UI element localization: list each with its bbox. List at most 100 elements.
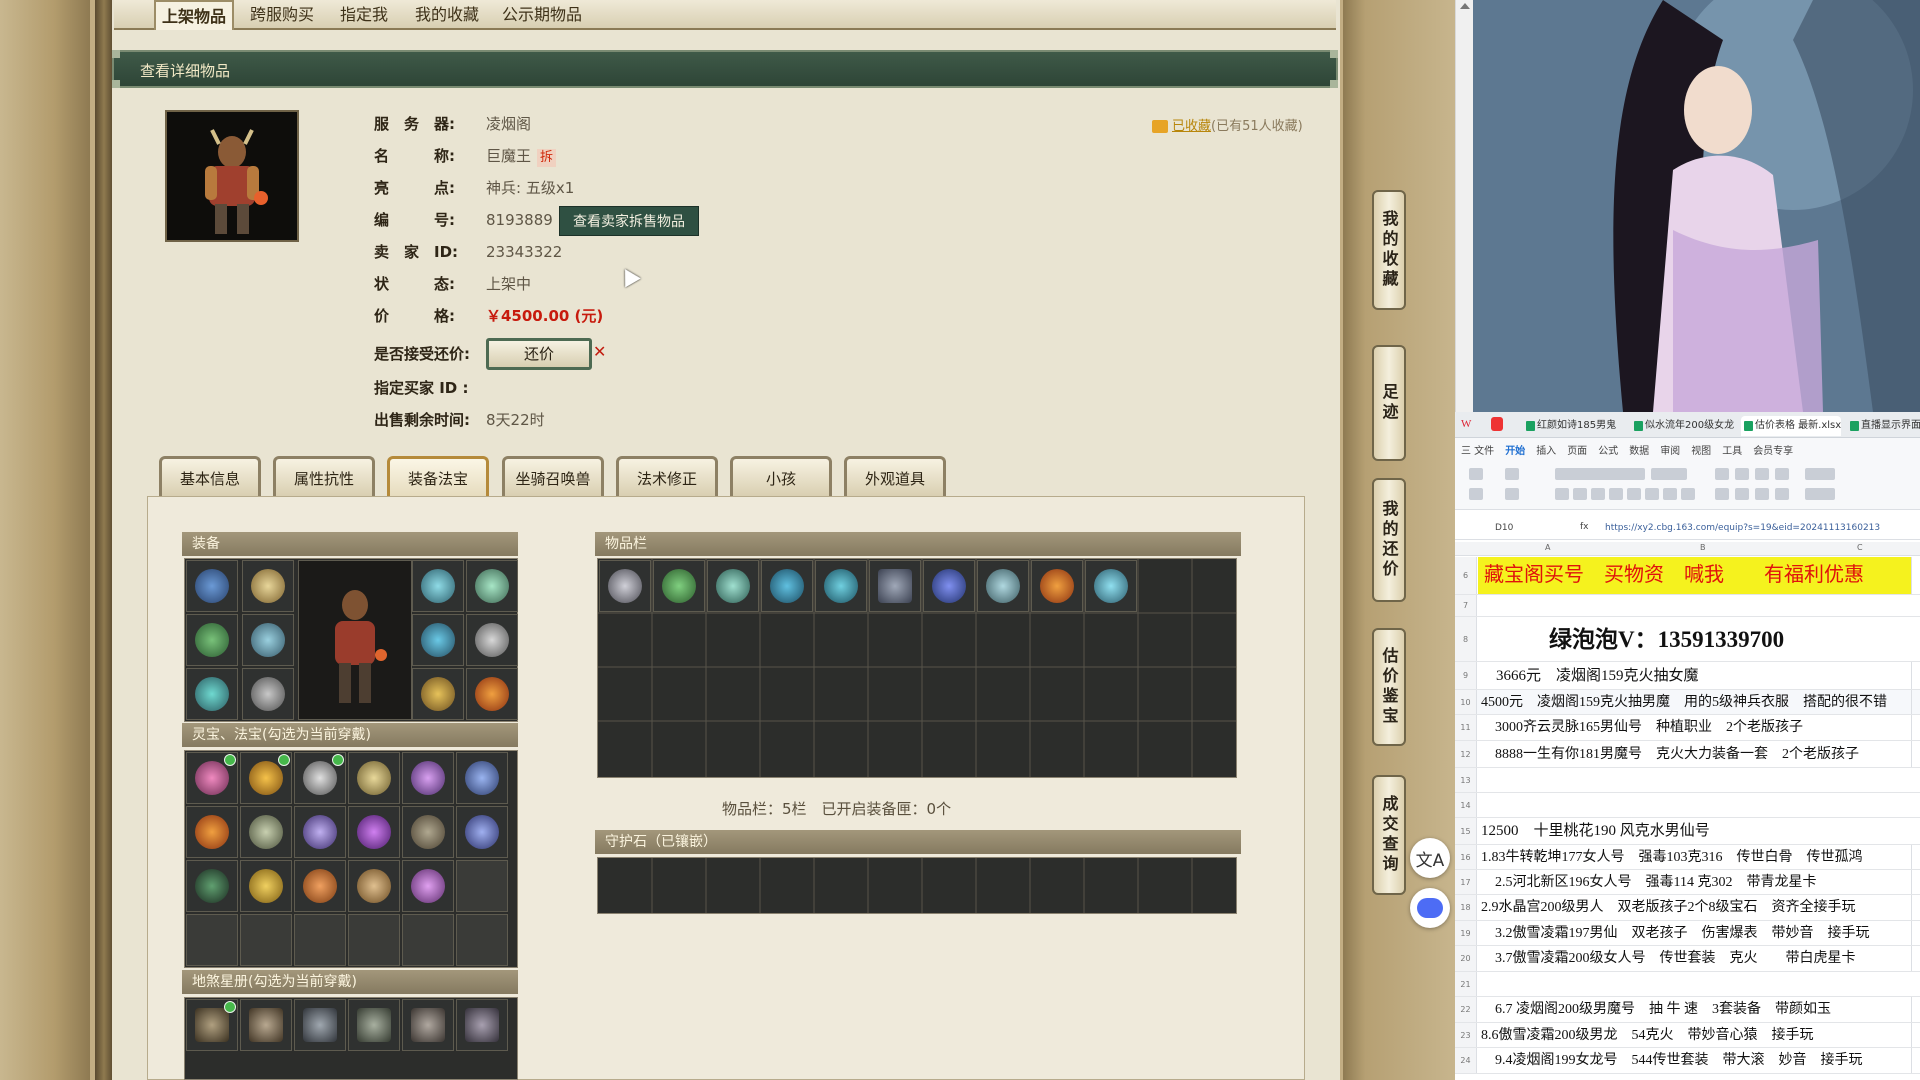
- sheet-row[interactable]: 15 12500 十里桃花190 风克水男仙号: [1455, 818, 1920, 845]
- treasure-slot[interactable]: [240, 806, 292, 858]
- sheet-row[interactable]: 13: [1455, 768, 1920, 793]
- inventory-slot[interactable]: [977, 560, 1029, 612]
- sheet-row[interactable]: 17 2.5河北新区196女人号 强毒114 克302 带青龙星卡: [1455, 870, 1920, 895]
- sheet-row[interactable]: 23 8.6傲雪凌霜200级男龙 54克火 带妙音心猿 接手玩: [1455, 1023, 1920, 1048]
- sheet-row[interactable]: 18 2.9水晶宫200级男人 双老版孩子2个8级宝石 资齐全接手玩: [1455, 895, 1920, 921]
- treasure-slot[interactable]: [402, 806, 454, 858]
- chat-bot-icon[interactable]: [1410, 888, 1450, 928]
- star-card-slot[interactable]: [294, 999, 346, 1051]
- treasure-slot[interactable]: [186, 806, 238, 858]
- menu-page[interactable]: 页面: [1567, 442, 1587, 457]
- tab-basic-info[interactable]: 基本信息: [159, 456, 261, 496]
- star-card-slot[interactable]: [456, 999, 508, 1051]
- menu-insert[interactable]: 插入: [1536, 442, 1556, 457]
- sheet-row-selected[interactable]: 10 4500元 凌烟阁159克火抽男魔 用的5级神兵衣服 搭配的很不错: [1455, 690, 1920, 715]
- tab-listed-items[interactable]: 上架物品: [154, 0, 234, 30]
- treasure-slot[interactable]: [240, 860, 292, 912]
- sheet-row[interactable]: 6 藏宝阁买号 买物资 喊我 有福利优惠: [1455, 557, 1920, 595]
- tab-attributes[interactable]: 属性抗性: [273, 456, 375, 496]
- menu-review[interactable]: 审阅: [1660, 442, 1680, 457]
- tab-children[interactable]: 小孩: [730, 456, 832, 496]
- sheet-row[interactable]: 16 1.83牛转乾坤177女人号 强毒103克316 传世白骨 传世孤鸿: [1455, 845, 1920, 870]
- sheet-tab-active[interactable]: 估价表格 最新.xlsx: [1741, 416, 1841, 436]
- menu-home[interactable]: 开始: [1505, 442, 1525, 457]
- treasure-slot-empty[interactable]: [294, 914, 346, 966]
- formula-value[interactable]: https://xy2.cbg.163.com/equip?s=19&eid=2…: [1605, 523, 1880, 533]
- favorite-indicator[interactable]: 已收藏(已有51人收藏): [1152, 115, 1303, 134]
- treasure-slot[interactable]: [294, 860, 346, 912]
- treasure-slot-empty[interactable]: [186, 914, 238, 966]
- treasure-slot[interactable]: [186, 860, 238, 912]
- treasure-slot[interactable]: [240, 752, 292, 804]
- treasure-slot-empty[interactable]: [456, 860, 508, 912]
- treasure-slot-empty[interactable]: [402, 914, 454, 966]
- inventory-slot[interactable]: [653, 560, 705, 612]
- inventory-slot[interactable]: [1085, 560, 1137, 612]
- treasure-slot[interactable]: [186, 752, 238, 804]
- side-my-offers-button[interactable]: 我的还价: [1372, 478, 1406, 602]
- sheet-row[interactable]: 12 8888一生有你181男魔号 克火大力装备一套 2个老版孩子: [1455, 741, 1920, 768]
- equipment-slot[interactable]: [466, 668, 518, 720]
- inventory-slot[interactable]: [923, 560, 975, 612]
- treasure-slot[interactable]: [348, 860, 400, 912]
- side-appraisal-button[interactable]: 估价鉴宝: [1372, 628, 1406, 746]
- star-card-slot[interactable]: [348, 999, 400, 1051]
- sheet-row[interactable]: 20 3.7傲雪凌霜200级女人号 传世套装 克火 带白虎星卡: [1455, 946, 1920, 972]
- treasure-slot[interactable]: [348, 806, 400, 858]
- cell-reference[interactable]: D10: [1495, 523, 1513, 533]
- menu-file[interactable]: 三 文件: [1461, 442, 1494, 457]
- view-seller-items-button[interactable]: 查看卖家拆售物品: [559, 206, 699, 236]
- tab-public-items[interactable]: 公示期物品: [494, 0, 590, 30]
- inventory-slot[interactable]: [1031, 560, 1083, 612]
- sheet-row[interactable]: 24 9.4凌烟阁199女龙号 544传世套装 带大滚 妙音 接手玩: [1455, 1048, 1920, 1074]
- menu-tools[interactable]: 工具: [1722, 442, 1742, 457]
- sheet-row[interactable]: 19 3.2傲雪凌霜197男仙 双老孩子 伤害爆表 带妙音 接手玩: [1455, 921, 1920, 946]
- treasure-slot[interactable]: [456, 752, 508, 804]
- treasure-slot[interactable]: [402, 860, 454, 912]
- menu-view[interactable]: 视图: [1691, 442, 1711, 457]
- equipment-slot[interactable]: [186, 560, 238, 612]
- sheet-row[interactable]: 8 绿泡泡V：13591339700: [1455, 617, 1920, 662]
- equipment-slot[interactable]: [186, 614, 238, 666]
- star-card-slot[interactable]: [240, 999, 292, 1051]
- equipment-slot[interactable]: [412, 614, 464, 666]
- inventory-slot[interactable]: [761, 560, 813, 612]
- tab-my-favorites[interactable]: 我的收藏: [407, 0, 487, 30]
- equipment-slot[interactable]: [466, 614, 518, 666]
- equipment-slot[interactable]: [412, 668, 464, 720]
- inventory-slot[interactable]: [815, 560, 867, 612]
- equipment-slot[interactable]: [242, 560, 294, 612]
- treasure-slot-empty[interactable]: [348, 914, 400, 966]
- sheet-row[interactable]: 11 3000齐云灵脉165男仙号 种植职业 2个老版孩子: [1455, 715, 1920, 741]
- sheet-row[interactable]: 21: [1455, 972, 1920, 997]
- treasure-slot[interactable]: [294, 752, 346, 804]
- sheet-row[interactable]: 9 3666元 凌烟阁159克火抽女魔: [1455, 662, 1920, 690]
- menu-data[interactable]: 数据: [1629, 442, 1649, 457]
- side-deal-query-button[interactable]: 成交查询: [1372, 775, 1406, 895]
- sheet-tab[interactable]: 似水流年200级女龙: [1631, 416, 1735, 436]
- translate-icon[interactable]: 文A: [1410, 838, 1450, 878]
- inventory-slot[interactable]: [599, 560, 651, 612]
- equipment-slot[interactable]: [242, 614, 294, 666]
- side-my-favorites-button[interactable]: 我的收藏: [1372, 190, 1406, 310]
- sheet-row[interactable]: 14: [1455, 793, 1920, 818]
- tab-spell-correction[interactable]: 法术修正: [616, 456, 718, 496]
- tab-assigned-to-me[interactable]: 指定我: [334, 0, 394, 30]
- tab-cross-server[interactable]: 跨服购买: [242, 0, 322, 30]
- equipment-slot[interactable]: [242, 668, 294, 720]
- sheet-tab[interactable]: 直播显示界面: [1847, 416, 1920, 436]
- treasure-slot[interactable]: [456, 806, 508, 858]
- treasure-slot[interactable]: [402, 752, 454, 804]
- tab-mounts-pets[interactable]: 坐骑召唤兽: [502, 456, 604, 496]
- equipment-slot[interactable]: [466, 560, 518, 612]
- treasure-slot[interactable]: [348, 752, 400, 804]
- side-footprint-button[interactable]: 足迹: [1372, 345, 1406, 461]
- menu-formula[interactable]: 公式: [1598, 442, 1618, 457]
- formula-bar[interactable]: D10 fx https://xy2.cbg.163.com/equip?s=1…: [1455, 518, 1920, 540]
- equipment-slot[interactable]: [412, 560, 464, 612]
- haggle-button[interactable]: 还价: [486, 338, 592, 370]
- tab-equipment[interactable]: 装备法宝: [387, 456, 489, 496]
- sheet-tab[interactable]: 红颜如诗185男鬼: [1523, 416, 1623, 436]
- inventory-slot[interactable]: [707, 560, 759, 612]
- star-card-slot[interactable]: [402, 999, 454, 1051]
